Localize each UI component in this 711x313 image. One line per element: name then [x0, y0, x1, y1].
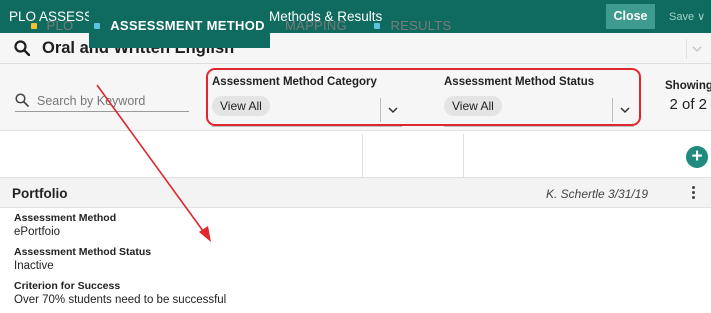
- search-input[interactable]: Search by Keyword: [15, 90, 189, 112]
- status-filter-underline: [444, 126, 634, 127]
- field-label: Assessment Method Status: [14, 246, 152, 258]
- tab-results-label: RESULTS: [390, 18, 452, 33]
- category-filter-label: Assessment Method Category: [212, 76, 377, 88]
- plus-icon: +: [691, 146, 703, 167]
- tab-mapping-label: MAPPING: [284, 18, 348, 33]
- tab-mapping[interactable]: MAPPING: [270, 4, 362, 48]
- status-filter-value[interactable]: View All: [444, 96, 502, 116]
- field-assessment-method-status: Assessment Method Status Inactive: [14, 246, 151, 272]
- title-dropdown[interactable]: [686, 39, 706, 59]
- tab-plo-dot: [30, 22, 37, 29]
- tab-assessment-method-label: ASSESSMENT METHOD: [110, 18, 265, 33]
- tab-results-dot: [374, 22, 381, 29]
- filter-bar: Search by Keyword Assessment Method Cate…: [0, 64, 711, 130]
- tab-assessment-method[interactable]: ASSESSMENT METHOD: [89, 4, 270, 48]
- result-count: Showing 2 of 2: [665, 80, 711, 113]
- field-value: ePortfoio: [14, 226, 61, 238]
- close-button[interactable]: Close: [606, 4, 655, 29]
- tab-bar: [0, 130, 711, 178]
- status-filter-label: Assessment Method Status: [444, 76, 595, 88]
- search-icon: [15, 93, 29, 107]
- tab-plo-label: PLO: [46, 18, 74, 33]
- field-label: Assessment Method: [14, 212, 117, 224]
- showing-label: Showing: [665, 80, 711, 92]
- tab-results[interactable]: RESULTS: [363, 4, 463, 48]
- chevron-down-icon[interactable]: [387, 104, 399, 116]
- tab-assessment-method-dot: [94, 22, 101, 29]
- tab-plo[interactable]: PLO: [15, 4, 89, 48]
- field-value: Inactive: [14, 260, 54, 272]
- record-header: Portfolio K. Schertle 3/31/19: [0, 178, 711, 208]
- tab-divider: [463, 134, 464, 178]
- field-criterion-for-success: Criterion for Success Over 70% students …: [14, 280, 226, 306]
- search-placeholder: Search by Keyword: [37, 94, 146, 108]
- add-button[interactable]: +: [686, 146, 708, 168]
- status-filter[interactable]: Assessment Method Status View All: [444, 76, 634, 132]
- category-filter-value[interactable]: View All: [212, 96, 270, 116]
- category-filter-divider: [380, 98, 381, 122]
- category-filter-underline: [212, 126, 402, 127]
- chevron-down-icon[interactable]: [619, 104, 631, 116]
- chevron-down-icon: [692, 46, 702, 52]
- tab-divider: [362, 134, 363, 178]
- more-options-icon[interactable]: [692, 186, 696, 200]
- showing-value: 2 of 2: [669, 96, 707, 113]
- category-filter[interactable]: Assessment Method Category View All: [212, 76, 402, 132]
- record-author-date: K. Schertle 3/31/19: [546, 187, 649, 201]
- field-label: Criterion for Success: [14, 280, 121, 292]
- record-title: Portfolio: [12, 186, 68, 201]
- save-button[interactable]: Save ∨: [669, 10, 705, 23]
- field-value: Over 70% students need to be successful: [14, 294, 227, 306]
- field-assessment-method: Assessment Method ePortfoio: [14, 212, 116, 238]
- status-filter-divider: [612, 98, 613, 122]
